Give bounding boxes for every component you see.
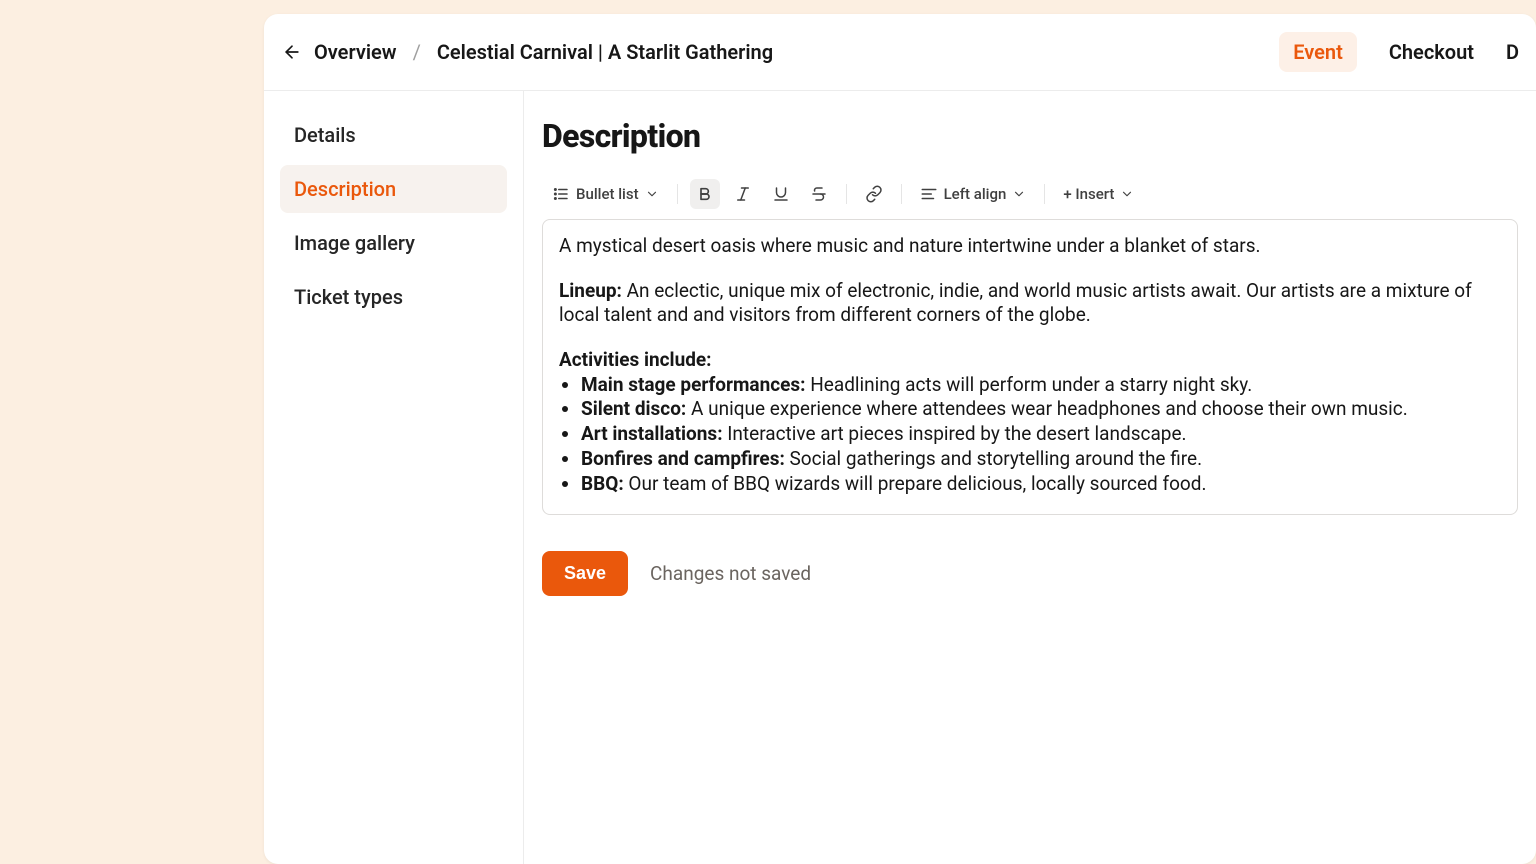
- activity-text: Our team of BBQ wizards will prepare del…: [624, 472, 1207, 495]
- toolbar-insert[interactable]: + Insert: [1057, 179, 1140, 209]
- toolbar-bold[interactable]: [690, 179, 720, 209]
- list-item: Main stage performances: Headlining acts…: [581, 373, 1501, 398]
- lineup-label: Lineup:: [559, 279, 622, 302]
- breadcrumb-overview[interactable]: Overview: [314, 40, 397, 64]
- toolbar-separator: [677, 184, 678, 204]
- list-item: BBQ: Our team of BBQ wizards will prepar…: [581, 472, 1501, 497]
- tab-checkout[interactable]: Checkout: [1375, 32, 1488, 72]
- toolbar-separator: [1044, 184, 1045, 204]
- toolbar-insert-label: + Insert: [1063, 185, 1114, 203]
- toolbar-bullet-list-label: Bullet list: [576, 185, 639, 203]
- intro-paragraph: A mystical desert oasis where music and …: [559, 234, 1501, 259]
- activities-label: Activities include:: [559, 348, 712, 371]
- lineup-paragraph: Lineup: An eclectic, unique mix of elect…: [559, 279, 1501, 328]
- back-button[interactable]: [278, 38, 306, 66]
- header: Overview / Celestial Carnival | A Starli…: [264, 14, 1536, 91]
- lineup-text: An eclectic, unique mix of electronic, i…: [559, 279, 1472, 327]
- bold-icon: [697, 186, 713, 202]
- activity-text: Interactive art pieces inspired by the d…: [723, 422, 1187, 445]
- activities-heading: Activities include:: [559, 348, 1501, 373]
- breadcrumb-separator: /: [405, 40, 429, 64]
- toolbar-align-label: Left align: [944, 185, 1007, 203]
- activity-label: Bonfires and campfires:: [581, 447, 785, 470]
- toolbar-italic[interactable]: [728, 179, 758, 209]
- sidebar: Details Description Image gallery Ticket…: [264, 91, 524, 864]
- activity-text: Social gatherings and storytelling aroun…: [785, 447, 1202, 470]
- activity-text: A unique experience where attendees wear…: [686, 397, 1407, 420]
- bullet-list-icon: [552, 185, 570, 203]
- tab-event[interactable]: Event: [1279, 32, 1357, 72]
- activity-label: Silent disco:: [581, 397, 686, 420]
- description-editor[interactable]: A mystical desert oasis where music and …: [542, 219, 1518, 515]
- page-title: Description: [542, 117, 1518, 155]
- activity-label: BBQ:: [581, 472, 624, 495]
- tab-partial[interactable]: D: [1506, 32, 1520, 72]
- sidebar-item-image-gallery[interactable]: Image gallery: [280, 219, 507, 267]
- link-icon: [865, 185, 883, 203]
- toolbar-link[interactable]: [859, 179, 889, 209]
- toolbar-align[interactable]: Left align: [914, 179, 1033, 209]
- chevron-down-icon: [1120, 187, 1134, 201]
- arrow-left-icon: [282, 42, 302, 62]
- align-left-icon: [920, 185, 938, 203]
- save-button[interactable]: Save: [542, 551, 628, 596]
- activities-list: Main stage performances: Headlining acts…: [581, 373, 1501, 496]
- strikethrough-icon: [810, 185, 828, 203]
- toolbar-underline[interactable]: [766, 179, 796, 209]
- chevron-down-icon: [645, 187, 659, 201]
- toolbar-strikethrough[interactable]: [804, 179, 834, 209]
- list-item: Art installations: Interactive art piece…: [581, 422, 1501, 447]
- list-item: Silent disco: A unique experience where …: [581, 397, 1501, 422]
- sidebar-item-details[interactable]: Details: [280, 111, 507, 159]
- save-status: Changes not saved: [650, 562, 811, 585]
- breadcrumb-title: Celestial Carnival | A Starlit Gathering: [437, 40, 773, 64]
- activity-text: Headlining acts will perform under a sta…: [806, 373, 1253, 396]
- list-item: Bonfires and campfires: Social gathering…: [581, 447, 1501, 472]
- sidebar-item-ticket-types[interactable]: Ticket types: [280, 273, 507, 321]
- toolbar-separator: [901, 184, 902, 204]
- italic-icon: [734, 185, 752, 203]
- activity-label: Art installations:: [581, 422, 723, 445]
- sidebar-item-description[interactable]: Description: [280, 165, 507, 213]
- chevron-down-icon: [1012, 187, 1026, 201]
- activity-label: Main stage performances:: [581, 373, 806, 396]
- editor-toolbar: Bullet list: [542, 173, 1518, 219]
- toolbar-separator: [846, 184, 847, 204]
- underline-icon: [772, 185, 790, 203]
- toolbar-bullet-list[interactable]: Bullet list: [546, 179, 665, 209]
